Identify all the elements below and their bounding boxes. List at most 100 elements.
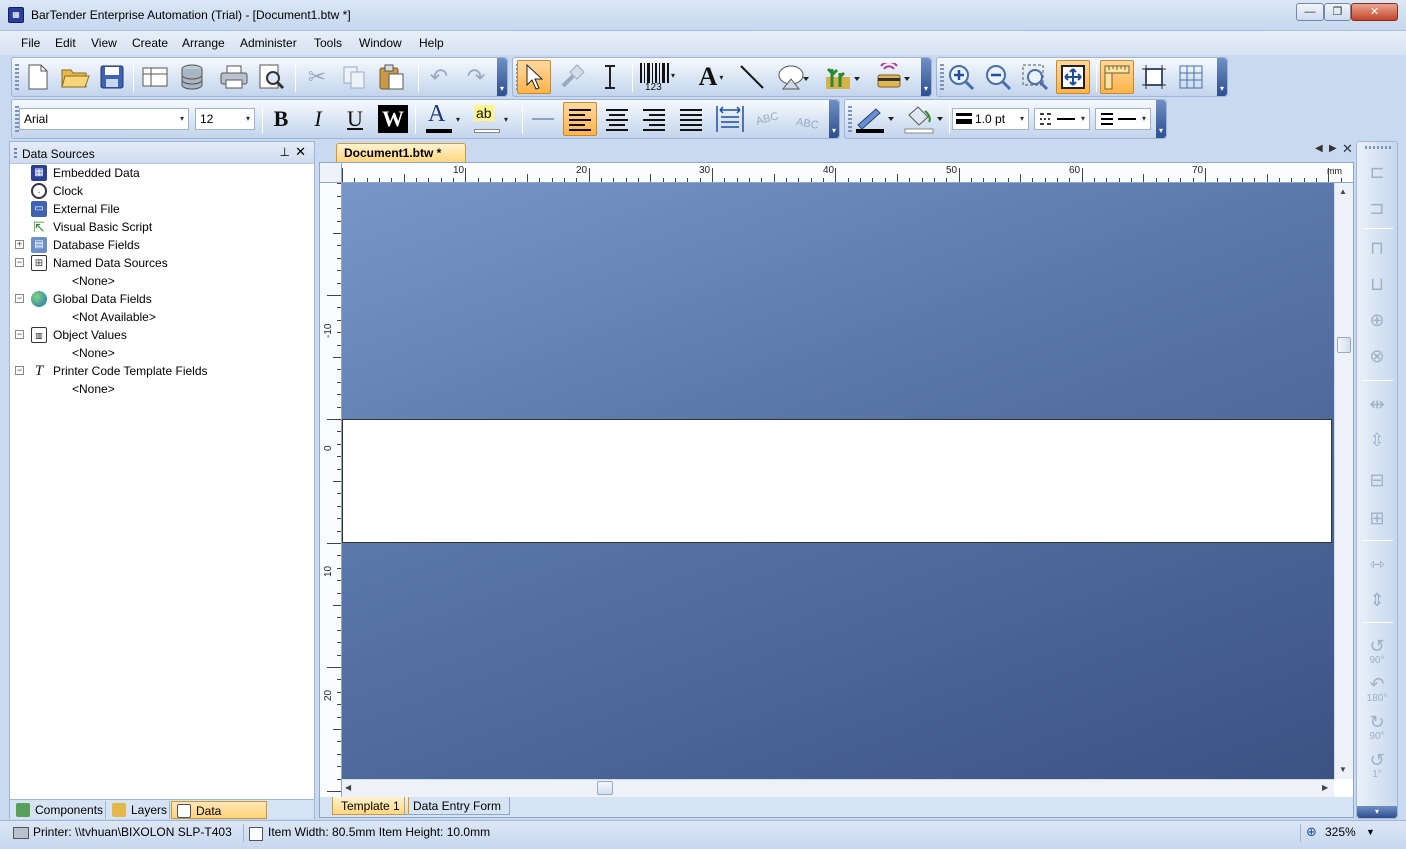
design-canvas[interactable] (342, 183, 1334, 779)
menu-window[interactable]: Window (359, 36, 402, 50)
font-color-button[interactable]: A ▾ (419, 101, 465, 136)
center-in-template-horizontal-icon[interactable]: ⊟ (1361, 464, 1393, 496)
line-color-button[interactable] (851, 102, 897, 136)
menu-create[interactable]: Create (132, 36, 168, 50)
menu-file[interactable]: File (21, 36, 40, 50)
paste-icon[interactable] (374, 60, 408, 94)
align-left-edges-icon[interactable]: ⊏ (1361, 156, 1393, 188)
toolbar-options-chevron-icon[interactable]: ▾ (1217, 58, 1227, 96)
italic-button[interactable]: I (301, 102, 335, 136)
rulers-toggle-icon[interactable] (1100, 60, 1134, 94)
dropdown-arrow-icon[interactable]: ▾ (176, 109, 188, 129)
scroll-left-arrow-icon[interactable]: ◀ (345, 783, 351, 792)
collapse-icon[interactable]: − (15, 294, 24, 303)
grid-toggle-icon[interactable] (1174, 60, 1208, 94)
tab-scroll-left-icon[interactable]: ◀ (1315, 143, 1323, 154)
center-vertically-icon[interactable]: ⇳ (1361, 424, 1393, 456)
reverse-text-button[interactable]: W (376, 102, 410, 136)
zoom-dropdown-arrow-icon[interactable]: ▼ (1366, 827, 1375, 837)
collapse-icon[interactable]: − (15, 330, 24, 339)
scroll-right-arrow-icon[interactable]: ▶ (1322, 783, 1328, 792)
line-compound-style-combo[interactable]: ▾ (1095, 108, 1151, 130)
tab-scroll-right-icon[interactable]: ▶ (1329, 143, 1337, 154)
dropdown-arrow-icon[interactable]: ▾ (242, 109, 254, 129)
toolbar-options-chevron-icon[interactable]: ▾ (497, 58, 507, 96)
align-right-edges-icon[interactable]: ⊐ (1361, 192, 1393, 224)
tree-child-none[interactable]: <None> (72, 272, 115, 290)
dropdown-arrow-icon[interactable]: ▾ (1138, 109, 1150, 129)
print-icon[interactable] (217, 60, 251, 94)
scroll-down-arrow-icon[interactable]: ▼ (1339, 765, 1347, 774)
rotate-1-degree-icon[interactable]: ↺ 1° (1361, 744, 1393, 780)
toolbar-options-chevron-icon[interactable]: ▾ (1156, 100, 1166, 138)
redo-icon[interactable]: ↷ (459, 60, 493, 94)
menu-help[interactable]: Help (419, 36, 444, 50)
tree-child-not-available[interactable]: <Not Available> (72, 308, 156, 326)
copy-icon[interactable] (337, 60, 371, 94)
minimize-button[interactable]: — (1296, 3, 1324, 21)
tree-item-named-data-sources[interactable]: − ⊞ Named Data Sources (10, 254, 300, 272)
label-template-area[interactable] (342, 419, 1332, 543)
select-pointer-icon[interactable] (517, 60, 551, 94)
line-tool-icon[interactable] (735, 60, 769, 94)
zoom-in-icon[interactable] (944, 60, 978, 94)
highlight-color-button[interactable]: ab ▾ (467, 102, 513, 136)
horizontal-scrollbar[interactable]: ◀ ▶ (342, 779, 1334, 797)
picture-tool-icon[interactable] (821, 60, 867, 94)
snap-to-grid-icon[interactable] (1137, 60, 1171, 94)
dropdown-arrow-icon[interactable]: ▾ (1016, 109, 1028, 129)
print-preview-icon[interactable] (254, 60, 288, 94)
tab-document1[interactable]: Document1.btw * (336, 143, 466, 162)
horizontal-ruler[interactable]: 10 20 30 40 50 60 70 mm (342, 163, 1353, 183)
tab-components[interactable]: Components (11, 801, 106, 819)
align-horizontal-centers-icon[interactable]: ⊗ (1361, 340, 1393, 372)
restore-button[interactable]: ❐ (1324, 3, 1351, 21)
align-vertical-centers-icon[interactable]: ⊕ (1361, 304, 1393, 336)
zoom-rectangle-icon[interactable] (1018, 60, 1052, 94)
menu-edit[interactable]: Edit (55, 36, 76, 50)
align-center-icon[interactable] (600, 102, 634, 136)
database-setup-icon[interactable] (175, 60, 209, 94)
line-style-icon[interactable] (526, 102, 560, 136)
center-in-template-vertical-icon[interactable]: ⊞ (1361, 502, 1393, 534)
toolbar-grip[interactable] (15, 64, 19, 92)
close-window-button[interactable]: ✕ (1351, 3, 1398, 21)
fill-color-button[interactable] (900, 102, 946, 136)
tab-layers[interactable]: Layers (107, 801, 170, 819)
tree-item-object-values[interactable]: − ▥ Object Values (10, 326, 300, 344)
menu-arrange[interactable]: Arrange (182, 36, 225, 50)
collapse-icon[interactable]: − (15, 258, 24, 267)
tree-item-database-fields[interactable]: + ▤ Database Fields (10, 236, 300, 254)
font-size-combo[interactable]: 12 ▾ (195, 108, 255, 130)
toolbar-options-chevron-icon[interactable]: ▾ (829, 100, 839, 138)
bold-button[interactable]: B (264, 102, 298, 136)
menu-tools[interactable]: Tools (314, 36, 342, 50)
line-dash-style-combo[interactable]: ▾ (1034, 108, 1090, 130)
distribute-horizontally-icon[interactable]: ⇿ (1361, 548, 1393, 580)
pin-icon[interactable]: ⊥ (280, 145, 290, 159)
align-justify-icon[interactable] (674, 102, 708, 136)
toolbar-options-chevron-icon[interactable]: ▾ (921, 58, 931, 96)
rotate-text-abc-icon[interactable]: ABC (750, 102, 784, 136)
text-tool-icon[interactable]: A ▾ (689, 60, 733, 94)
cut-icon[interactable]: ✂ (300, 60, 334, 94)
vertical-scrollbar[interactable]: ▲ ▼ (1334, 183, 1353, 779)
arc-text-abc-icon[interactable]: ABC (790, 102, 824, 136)
line-thickness-combo[interactable]: 1.0 pt ▾ (952, 108, 1029, 130)
fit-text-width-icon[interactable] (713, 102, 747, 136)
align-top-edges-icon[interactable]: ⊓ (1361, 232, 1393, 264)
center-horizontally-icon[interactable]: ⇹ (1361, 388, 1393, 420)
dropdown-arrow-icon[interactable]: ▾ (1077, 109, 1089, 129)
vertical-scroll-thumb[interactable] (1337, 337, 1351, 353)
close-document-icon[interactable]: ✕ (1342, 141, 1353, 157)
rotate-90-left-icon[interactable]: ↺ 90° (1361, 630, 1393, 666)
rotate-180-icon[interactable]: ↶ 180° (1361, 668, 1393, 704)
zoom-out-icon[interactable] (981, 60, 1015, 94)
vertical-ruler[interactable]: -10 0 10 20 (320, 183, 342, 797)
horizontal-scroll-thumb[interactable] (597, 781, 613, 795)
undo-icon[interactable]: ↶ (422, 60, 456, 94)
collapse-icon[interactable]: − (15, 366, 24, 375)
scroll-up-arrow-icon[interactable]: ▲ (1339, 187, 1347, 196)
close-icon[interactable]: ✕ (295, 144, 306, 160)
tab-template-1[interactable]: Template 1 (332, 797, 409, 815)
